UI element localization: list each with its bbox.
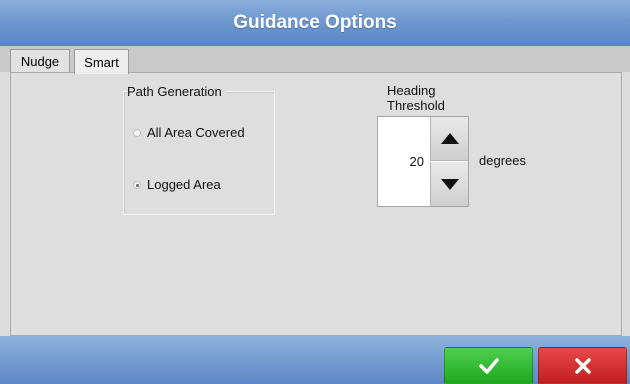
radio-label: All Area Covered — [147, 125, 245, 140]
path-generation-legend: Path Generation — [127, 84, 226, 99]
heading-threshold-label: Heading Threshold — [387, 83, 445, 113]
cancel-button[interactable] — [538, 347, 627, 384]
decrement-button[interactable] — [430, 162, 468, 206]
triangle-down-icon — [440, 178, 459, 190]
heading-threshold-stepper: 20 — [377, 116, 469, 207]
increment-button[interactable] — [430, 117, 468, 161]
ok-button[interactable] — [444, 347, 533, 384]
tab-strip: Nudge Smart — [0, 46, 630, 74]
check-icon — [478, 357, 499, 374]
x-icon — [574, 357, 591, 374]
triangle-up-icon — [440, 133, 459, 144]
radio-logged-area[interactable]: Logged Area — [133, 177, 221, 192]
smart-tab-panel: Path Generation All Area Covered Logged … — [10, 72, 622, 336]
radio-all-area-covered[interactable]: All Area Covered — [133, 125, 245, 140]
heading-label-line2: Threshold — [387, 98, 445, 113]
radio-label: Logged Area — [147, 177, 221, 192]
footer-bar — [0, 336, 630, 384]
tab-nudge[interactable]: Nudge — [10, 49, 70, 73]
radio-button-selected-icon[interactable] — [133, 180, 141, 189]
heading-threshold-unit: degrees — [479, 153, 526, 168]
window-title: Guidance Options — [0, 0, 630, 46]
heading-label-line1: Heading — [387, 83, 436, 98]
tab-smart[interactable]: Smart — [74, 49, 129, 74]
radio-button-icon[interactable] — [133, 128, 141, 137]
path-generation-group — [123, 91, 275, 215]
heading-threshold-value[interactable]: 20 — [378, 117, 430, 206]
